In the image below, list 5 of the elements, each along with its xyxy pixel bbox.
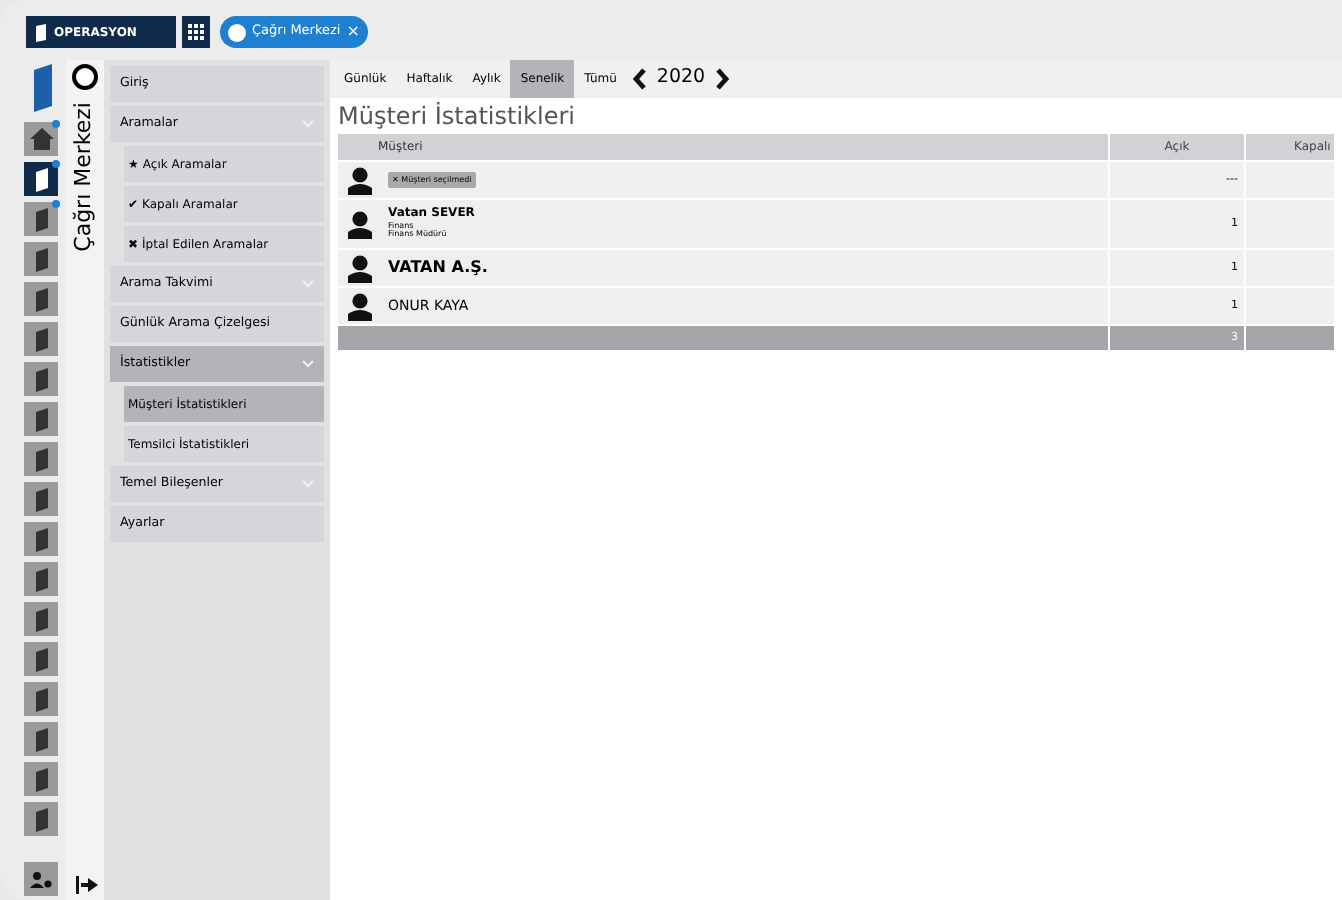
page-title: Müşteri İstatistikleri [336, 100, 577, 134]
year-label: 2020 [656, 64, 706, 93]
customer-name: VATAN A.Ş. [388, 256, 488, 280]
section-title: Çağrı Merkezi [68, 102, 99, 252]
close-icon[interactable]: × [346, 24, 360, 40]
